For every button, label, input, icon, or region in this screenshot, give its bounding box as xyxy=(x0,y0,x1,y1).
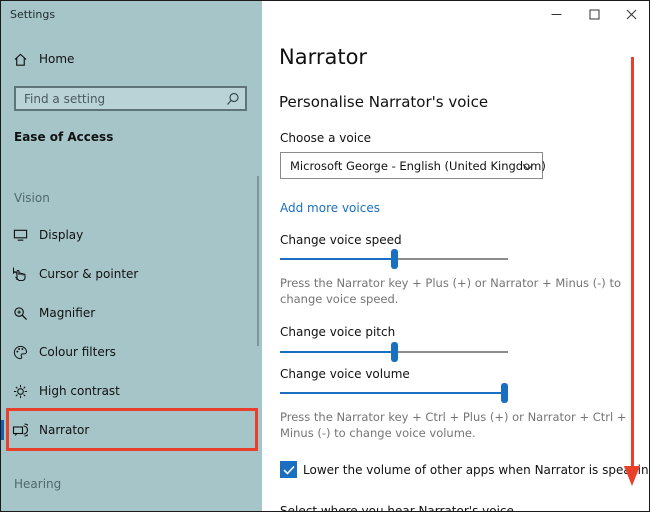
voice-pitch-slider[interactable] xyxy=(280,342,508,362)
slider-track-filled xyxy=(280,392,501,394)
voice-volume-help: Press the Narrator key + Ctrl + Plus (+)… xyxy=(280,410,627,440)
maximize-button[interactable] xyxy=(577,1,611,27)
select-voice-location-heading: Select where you hear Narrator's voice xyxy=(280,504,514,512)
slider-track xyxy=(398,258,508,260)
search-icon[interactable] xyxy=(226,91,240,105)
sidebar-item-label: High contrast xyxy=(39,384,120,398)
voice-speed-help: Press the Narrator key + Plus (+) or Nar… xyxy=(280,276,621,306)
search-input[interactable] xyxy=(16,88,221,109)
narrator-highlight-annotation xyxy=(6,408,258,451)
sidebar-item-label: Cursor & pointer xyxy=(39,267,139,281)
lower-volume-checkbox[interactable] xyxy=(280,461,297,478)
magnifier-icon xyxy=(12,305,28,321)
voice-volume-label: Change voice volume xyxy=(280,367,410,381)
group-label-hearing: Hearing xyxy=(14,477,62,491)
slider-thumb[interactable] xyxy=(391,342,398,362)
colour-filters-icon xyxy=(12,344,28,360)
page-title: Narrator xyxy=(279,45,368,69)
sidebar: Settings Home Ease of Access Vision Disp… xyxy=(1,1,262,511)
voice-dropdown-value: Microsoft George - English (United Kingd… xyxy=(290,159,546,173)
voice-dropdown[interactable]: Microsoft George - English (United Kingd… xyxy=(280,152,546,179)
section-title: Personalise Narrator's voice xyxy=(279,93,489,111)
sidebar-item-label: Colour filters xyxy=(39,345,116,359)
monitor-icon xyxy=(12,227,28,243)
settings-window: Settings Home Ease of Access Vision Disp… xyxy=(0,0,650,512)
slider-track xyxy=(398,351,508,353)
sidebar-item-label: Magnifier xyxy=(39,306,96,320)
sidebar-item-high-contrast[interactable]: High contrast xyxy=(1,373,262,409)
lower-volume-label: Lower the volume of other apps when Narr… xyxy=(303,463,650,477)
home-icon xyxy=(12,51,28,67)
sidebar-item-label: Display xyxy=(39,228,84,242)
checkmark-icon xyxy=(282,460,295,479)
main-panel: Narrator Personalise Narrator's voice Ch… xyxy=(262,1,650,512)
maximize-icon xyxy=(589,5,600,24)
slider-thumb[interactable] xyxy=(501,383,508,403)
arrow-head-icon xyxy=(624,466,640,486)
sidebar-item-colour-filters[interactable]: Colour filters xyxy=(1,334,262,370)
sidebar-scrollbar[interactable] xyxy=(257,176,259,346)
scroll-down-arrow-annotation xyxy=(631,57,634,467)
slider-track-filled xyxy=(280,351,391,353)
voice-volume-slider[interactable] xyxy=(280,383,508,403)
minimize-icon xyxy=(551,5,562,24)
section-heading: Ease of Access xyxy=(14,130,114,144)
high-contrast-icon xyxy=(12,383,28,399)
search-box[interactable] xyxy=(14,86,247,111)
choose-voice-label: Choose a voice xyxy=(280,131,372,145)
sidebar-item-display[interactable]: Display xyxy=(1,217,262,253)
voice-speed-slider[interactable] xyxy=(280,249,508,269)
sidebar-item-home[interactable]: Home xyxy=(1,41,262,77)
sidebar-item-cursor-pointer[interactable]: Cursor & pointer xyxy=(1,256,262,292)
slider-thumb[interactable] xyxy=(391,249,398,269)
slider-track-filled xyxy=(280,258,391,260)
add-more-voices-link[interactable]: Add more voices xyxy=(280,201,380,215)
sidebar-item-label: Home xyxy=(39,52,75,66)
cursor-pointer-icon xyxy=(12,266,28,282)
minimize-button[interactable] xyxy=(539,1,573,27)
sidebar-item-magnifier[interactable]: Magnifier xyxy=(1,295,262,331)
voice-pitch-label: Change voice pitch xyxy=(280,325,396,339)
close-button[interactable] xyxy=(614,1,648,27)
close-icon xyxy=(626,5,637,24)
voice-speed-label: Change voice speed xyxy=(280,233,402,247)
app-title: Settings xyxy=(10,8,56,21)
chevron-down-icon xyxy=(522,161,534,171)
group-label-vision: Vision xyxy=(14,191,50,205)
